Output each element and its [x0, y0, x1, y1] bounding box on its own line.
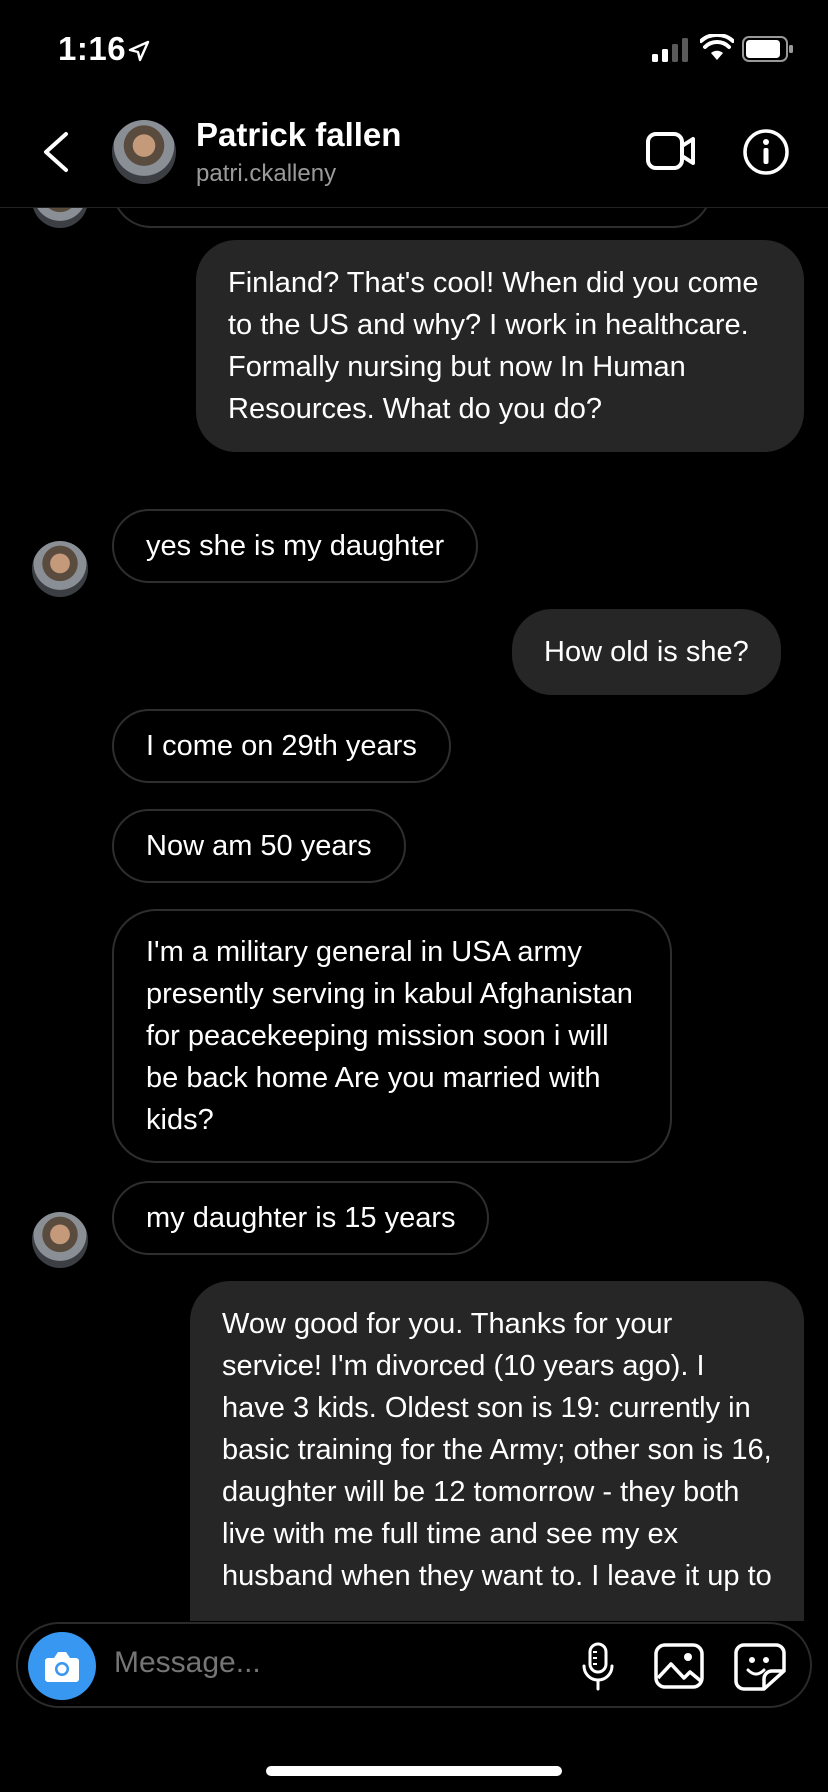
message-bubble-incoming[interactable]: I'm a military general in USA army prese…: [112, 909, 672, 1163]
status-time: 1:16: [58, 30, 127, 67]
sticker-icon[interactable]: [734, 1642, 786, 1692]
home-indicator[interactable]: [266, 1766, 562, 1776]
camera-icon: [45, 1652, 79, 1682]
message-bubble-incoming[interactable]: yes she is my daughter: [112, 509, 479, 583]
cellular-signal-icon: [652, 38, 688, 62]
location-arrow-icon: [128, 40, 150, 62]
wifi-icon: [700, 34, 734, 60]
message-bubble-outgoing[interactable]: Wow good for you. Thanks for your servic…: [190, 1281, 804, 1621]
contact-name[interactable]: Patrick fallen: [196, 116, 401, 154]
chat-header: Patrick fallen patri.ckalleny: [0, 100, 828, 208]
status-bar: 1:16: [0, 0, 828, 100]
message-input[interactable]: [114, 1646, 494, 1680]
back-chevron-icon[interactable]: [38, 128, 74, 176]
microphone-icon[interactable]: [580, 1642, 616, 1692]
info-icon[interactable]: [742, 128, 790, 176]
message-bubble-outgoing[interactable]: How old is she?: [512, 609, 781, 695]
camera-button[interactable]: [28, 1632, 96, 1700]
message-bubble-outgoing[interactable]: Finland? That's cool! When did you come …: [196, 240, 804, 452]
message-bubble-incoming[interactable]: I come on 29th years: [112, 709, 451, 783]
sender-avatar[interactable]: [32, 1212, 88, 1268]
sender-avatar[interactable]: [32, 541, 88, 597]
contact-handle[interactable]: patri.ckalleny: [196, 160, 336, 188]
battery-icon: [742, 36, 793, 62]
message-bubble-incoming[interactable]: Now am 50 years: [112, 809, 406, 883]
chat-screen: 1:16 Patrick fallen patri.ckalleny Finla…: [0, 0, 828, 1792]
message-bubble-incoming[interactable]: my daughter is 15 years: [112, 1181, 490, 1255]
video-call-icon[interactable]: [646, 130, 696, 172]
gallery-icon[interactable]: [654, 1642, 704, 1690]
message-composer: [16, 1622, 812, 1708]
contact-avatar[interactable]: [112, 120, 176, 184]
